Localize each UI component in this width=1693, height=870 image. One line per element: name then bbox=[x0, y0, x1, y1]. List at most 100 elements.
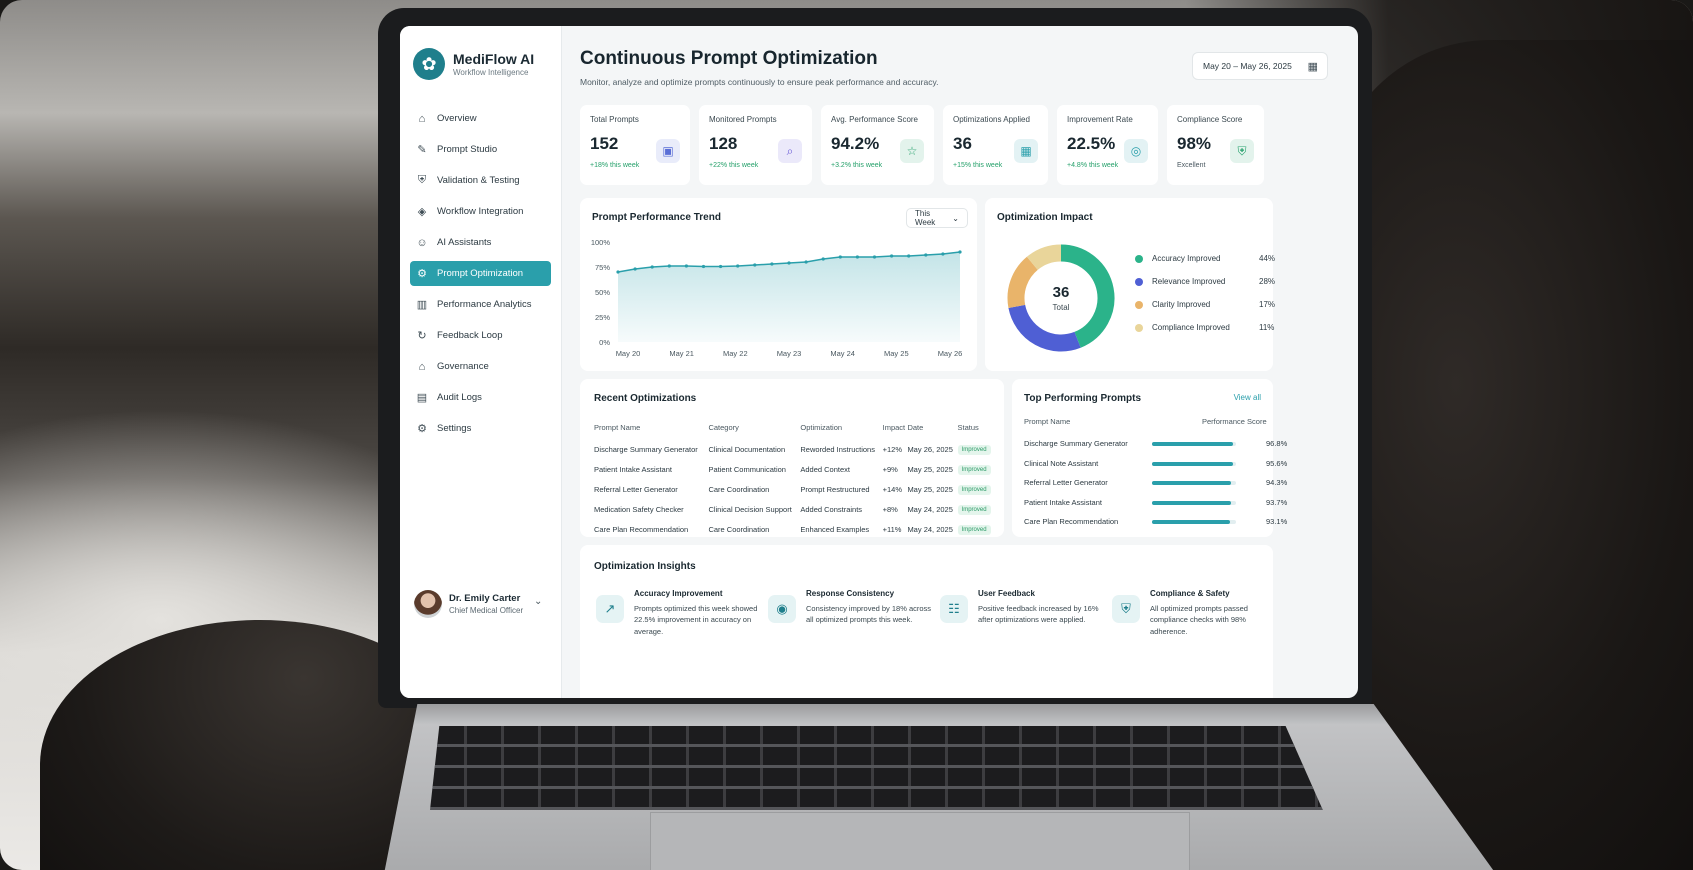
kpi-label: Improvement Rate bbox=[1067, 115, 1133, 124]
trend-point[interactable] bbox=[958, 250, 962, 254]
trend-point[interactable] bbox=[616, 270, 620, 274]
kpi-label: Avg. Performance Score bbox=[831, 115, 919, 124]
sidebar-item-workflow-integration[interactable]: ◈ Workflow Integration bbox=[410, 199, 551, 224]
insight-body: Prompts optimized this week showed 22.5%… bbox=[634, 604, 758, 636]
sidebar-item-label: AI Assistants bbox=[437, 237, 492, 248]
chevron-down-icon[interactable]: ⌄ bbox=[534, 596, 542, 607]
sidebar-item-audit-logs[interactable]: ▤ Audit Logs bbox=[410, 385, 551, 410]
column-header: Impact bbox=[882, 422, 906, 432]
score-bar bbox=[1152, 442, 1236, 446]
trend-point[interactable] bbox=[719, 264, 723, 269]
table-cell: May 24, 2025 bbox=[907, 504, 953, 514]
insights-title: Optimization Insights bbox=[594, 561, 696, 572]
sidebar-item-validation-testing[interactable]: ⛨ Validation & Testing bbox=[410, 168, 551, 193]
user-profile[interactable]: Dr. Emily Carter Chief Medical Officer ⌄ bbox=[414, 590, 542, 618]
table-cell: Prompt Restructured bbox=[800, 484, 870, 494]
table-cell: +11% bbox=[882, 524, 902, 534]
legend-label: Clarity Improved bbox=[1152, 300, 1211, 309]
table-cell: Care Coordination bbox=[708, 524, 770, 534]
insight-card[interactable]: ⛨ Compliance & Safety All optimized prompt… bbox=[1112, 587, 1290, 677]
top-prompt-name[interactable]: Discharge Summary Generator bbox=[1024, 439, 1128, 448]
trend-point[interactable] bbox=[838, 255, 842, 259]
insight-card[interactable]: ◉ Response Consistency Consistency improve… bbox=[768, 587, 946, 677]
top-prompt-name[interactable]: Referral Letter Generator bbox=[1024, 478, 1108, 487]
donut-slice[interactable] bbox=[1026, 244, 1062, 271]
performance-trend-panel: Prompt Performance Trend This Week ⌄ 0% 2… bbox=[580, 198, 977, 371]
kpi-delta: +15% this week bbox=[953, 162, 1003, 169]
recent-optimizations-table: Prompt Name Category Optimization Impact Dat… bbox=[594, 415, 994, 539]
kpi-delta: +4.8% this week bbox=[1067, 162, 1119, 169]
sidebar-item-settings[interactable]: ⚙ Settings bbox=[410, 416, 551, 441]
score-bar-fill bbox=[1152, 461, 1233, 466]
brand[interactable]: ✿ MediFlow AI Workflow Intelligence bbox=[413, 48, 551, 80]
table-row[interactable]: Care Plan Recommendation Care Coordinatio… bbox=[594, 519, 994, 539]
trend-point[interactable] bbox=[701, 264, 706, 269]
trend-point[interactable] bbox=[804, 260, 808, 264]
top-prompts-panel: Top Performing Prompts View all Prompt N… bbox=[1012, 379, 1287, 537]
view-all-link[interactable]: View all bbox=[1234, 393, 1261, 402]
trend-point[interactable] bbox=[941, 252, 945, 256]
sidebar-item-performance-analytics[interactable]: ▥ Performance Analytics bbox=[410, 292, 551, 317]
table-cell: Improved bbox=[957, 519, 994, 539]
top-prompt-name[interactable]: Patient Intake Assistant bbox=[1024, 498, 1102, 507]
optimization-insights-panel: Optimization Insights ↗ Accuracy Improvem… bbox=[580, 545, 1273, 698]
trend-point[interactable] bbox=[684, 264, 688, 268]
table-row[interactable]: Referral Letter Generator Care Coordinati… bbox=[594, 479, 994, 499]
y-tick-label: 25% bbox=[595, 313, 610, 322]
table-cell: May 25, 2025 bbox=[907, 484, 953, 494]
insight-card[interactable]: ☷ User Feedback Positive feedback increase… bbox=[940, 587, 1118, 677]
sidebar-item-prompt-optimization[interactable]: ⚙ Prompt Optimization bbox=[410, 261, 551, 286]
shield-check-icon: ⛨ bbox=[1112, 595, 1140, 623]
table-cell: May 24, 2025 bbox=[907, 524, 953, 534]
kpi-card[interactable]: Compliance Score 98% Excellent ⛨ bbox=[1167, 105, 1264, 185]
trend-point[interactable] bbox=[924, 253, 928, 257]
kpi-delta: +22% this week bbox=[709, 162, 759, 169]
trend-point[interactable] bbox=[667, 264, 671, 268]
score-bar-fill bbox=[1152, 500, 1231, 505]
trend-point[interactable] bbox=[787, 261, 791, 265]
trend-point[interactable] bbox=[907, 254, 911, 258]
kpi-card[interactable]: Monitored Prompts 128 +22% this week ⌕ bbox=[699, 105, 812, 185]
legend-swatch bbox=[1135, 254, 1143, 263]
kpi-card[interactable]: Optimizations Applied 36 +15% this week ▦ bbox=[943, 105, 1048, 185]
trend-point[interactable] bbox=[770, 262, 774, 266]
star-icon: ☆ bbox=[900, 139, 924, 163]
document-icon: ▤ bbox=[416, 392, 428, 404]
sidebar-item-ai-assistants[interactable]: ☺ AI Assistants bbox=[410, 230, 551, 255]
trend-point[interactable] bbox=[872, 255, 877, 259]
kpi-card[interactable]: Total Prompts 152 +18% this week ▣ bbox=[580, 105, 690, 185]
kpi-card[interactable]: Avg. Performance Score 94.2% +3.2% this we… bbox=[821, 105, 934, 185]
column-header: Prompt Name bbox=[594, 422, 641, 432]
insight-card[interactable]: ↗ Accuracy Improvement Prompts optimized t… bbox=[596, 587, 774, 677]
table-row[interactable]: Discharge Summary Generator Clinical Docu… bbox=[594, 439, 994, 459]
trend-point[interactable] bbox=[650, 265, 654, 269]
table-row[interactable]: Patient Intake Assistant Patient Communic… bbox=[594, 459, 994, 479]
sidebar-item-governance[interactable]: ⌂ Governance bbox=[410, 354, 551, 379]
optimization-impact-panel: Optimization Impact 36 Total Accuracy Im… bbox=[985, 198, 1275, 371]
sidebar-item-overview[interactable]: ⌂ Overview bbox=[410, 106, 551, 131]
trend-point[interactable] bbox=[890, 254, 894, 258]
top-prompt-name[interactable]: Clinical Note Assistant bbox=[1024, 459, 1098, 468]
score-bar bbox=[1152, 461, 1236, 466]
sidebar-item-feedback-loop[interactable]: ↻ Feedback Loop bbox=[410, 323, 551, 348]
table-row[interactable]: Medication Safety Checker Clinical Decisi… bbox=[594, 499, 994, 519]
column-header: Category bbox=[708, 422, 739, 432]
sidebar-item-prompt-studio[interactable]: ✎ Prompt Studio bbox=[410, 137, 551, 162]
legend-item: Compliance Improved 11% bbox=[1135, 323, 1274, 332]
trend-point[interactable] bbox=[736, 264, 740, 268]
x-tick-label: May 24 bbox=[830, 349, 855, 358]
laptop-trackpad bbox=[650, 812, 1190, 870]
home-icon: ⌂ bbox=[418, 112, 426, 125]
main-content: Continuous Prompt Optimization Monitor, … bbox=[562, 26, 1358, 698]
donut-center-value: 36 bbox=[1052, 284, 1070, 301]
trend-point[interactable] bbox=[753, 263, 757, 267]
top-prompt-name[interactable]: Care Plan Recommendation bbox=[1024, 517, 1118, 526]
trend-point[interactable] bbox=[633, 267, 637, 271]
top-score: 95.6% bbox=[1266, 458, 1288, 468]
table-cell: Discharge Summary Generator bbox=[594, 444, 698, 454]
trend-point[interactable] bbox=[821, 257, 825, 261]
date-range-picker[interactable]: May 20 – May 26, 2025 ▦ bbox=[1192, 52, 1328, 80]
kpi-card[interactable]: Improvement Rate 22.5% +4.8% this week ◎ bbox=[1057, 105, 1158, 185]
app-name: MediFlow AI bbox=[453, 51, 535, 67]
trend-point[interactable] bbox=[855, 255, 859, 259]
